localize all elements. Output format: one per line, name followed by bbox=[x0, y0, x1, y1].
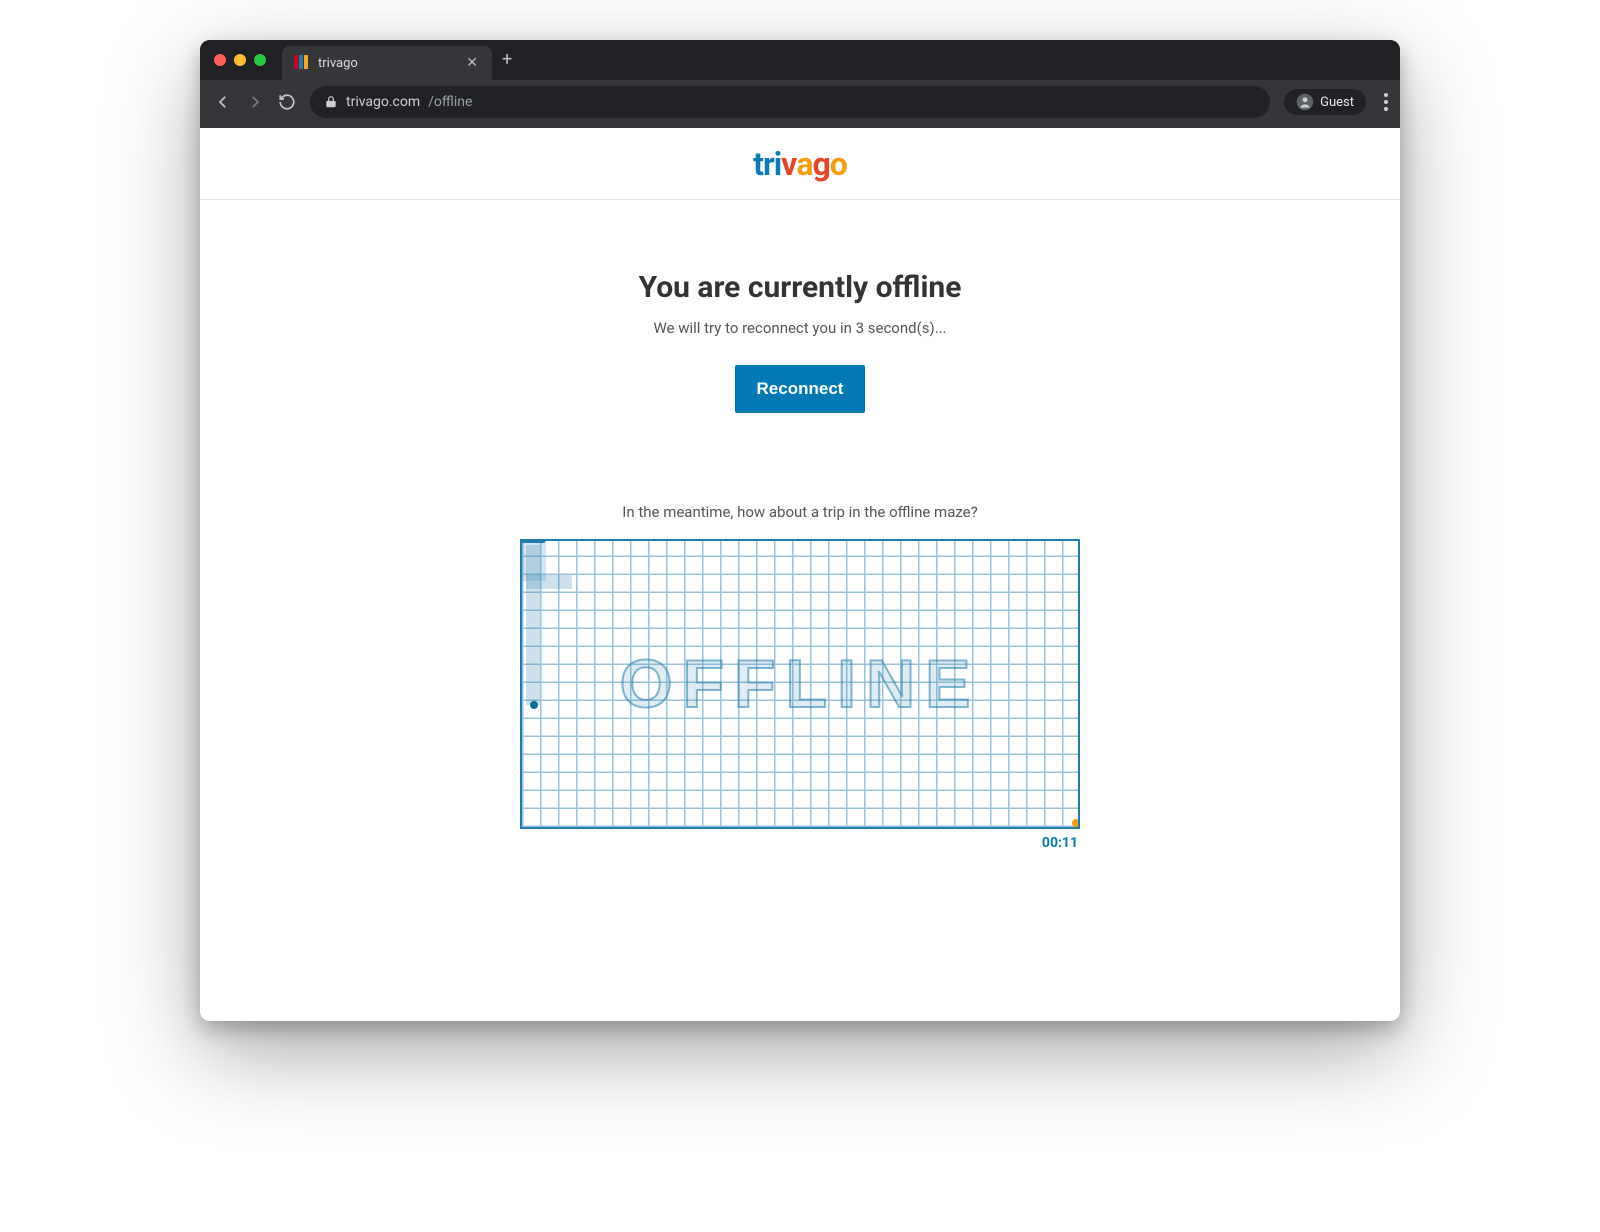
maze-trail-icon bbox=[526, 575, 572, 589]
maximize-window-icon[interactable] bbox=[254, 54, 266, 66]
logo-letter: g bbox=[813, 145, 830, 183]
maze-trail-icon bbox=[526, 545, 540, 705]
maze-game[interactable]: OFFLINE bbox=[520, 539, 1080, 829]
maze-word-overlay: OFFLINE bbox=[620, 645, 981, 723]
maze-exit-icon bbox=[1072, 819, 1080, 827]
tab-strip: trivago ✕ + bbox=[200, 40, 1400, 80]
logo-letter: i bbox=[774, 145, 781, 183]
macos-traffic-lights[interactable] bbox=[214, 54, 266, 66]
reconnect-button[interactable]: Reconnect bbox=[735, 365, 866, 413]
address-bar[interactable]: trivago.com/offline bbox=[310, 86, 1270, 118]
url-host: trivago.com bbox=[346, 94, 420, 110]
url-path: /offline bbox=[428, 94, 472, 110]
logo-letter: o bbox=[830, 145, 847, 183]
close-tab-icon[interactable]: ✕ bbox=[464, 55, 480, 71]
maze-player-icon bbox=[530, 701, 538, 709]
forward-button bbox=[246, 93, 264, 111]
minimize-window-icon[interactable] bbox=[234, 54, 246, 66]
brand-header: trivago bbox=[200, 128, 1400, 200]
browser-tab-active[interactable]: trivago ✕ bbox=[282, 46, 492, 80]
close-window-icon[interactable] bbox=[214, 54, 226, 66]
browser-menu-button[interactable] bbox=[1380, 89, 1388, 115]
logo-letter: r bbox=[763, 145, 774, 183]
browser-toolbar: trivago.com/offline Guest bbox=[200, 80, 1400, 128]
new-tab-button[interactable]: + bbox=[502, 51, 512, 69]
page-title: You are currently offline bbox=[470, 270, 1130, 305]
reload-button[interactable] bbox=[278, 93, 296, 111]
maze-container: OFFLINE 00:11 bbox=[520, 539, 1080, 851]
maze-prompt: In the meantime, how about a trip in the… bbox=[470, 503, 1130, 521]
tab-favicon-icon bbox=[294, 55, 310, 71]
profile-label: Guest bbox=[1320, 95, 1354, 110]
logo-letter: t bbox=[753, 145, 763, 183]
maze-timer: 00:11 bbox=[520, 835, 1080, 851]
offline-panel: You are currently offline We will try to… bbox=[450, 200, 1150, 911]
lock-icon bbox=[324, 95, 338, 109]
page-content: trivago You are currently offline We wil… bbox=[200, 128, 1400, 1021]
tab-title: trivago bbox=[318, 56, 456, 71]
profile-button[interactable]: Guest bbox=[1284, 89, 1366, 115]
browser-window: trivago ✕ + trivago.com/offline bbox=[200, 40, 1400, 1021]
page-subtitle: We will try to reconnect you in 3 second… bbox=[470, 319, 1130, 337]
trivago-logo[interactable]: trivago bbox=[753, 145, 847, 183]
logo-letter: a bbox=[796, 145, 812, 183]
person-icon bbox=[1296, 93, 1314, 111]
logo-letter: v bbox=[781, 145, 796, 183]
back-button[interactable] bbox=[214, 93, 232, 111]
browser-chrome: trivago ✕ + trivago.com/offline bbox=[200, 40, 1400, 128]
